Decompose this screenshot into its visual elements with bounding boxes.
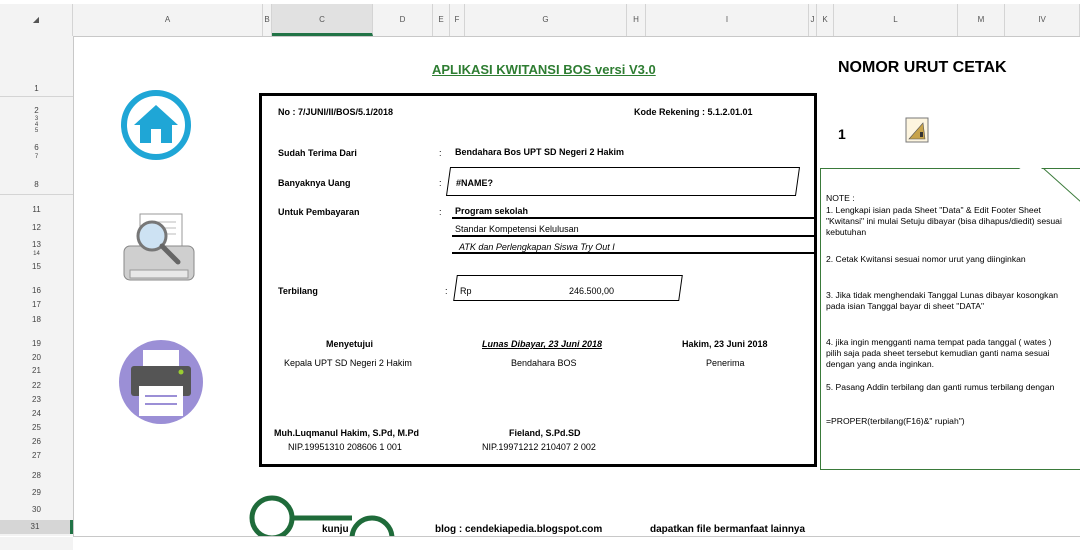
colon-3: : bbox=[439, 207, 442, 217]
row-header-1[interactable]: 1 bbox=[0, 84, 73, 94]
blog-link[interactable]: blog : cendekiapedia.blogspot.com bbox=[435, 524, 602, 535]
col-header-j[interactable]: J bbox=[809, 4, 817, 36]
spinner-icon[interactable] bbox=[905, 117, 929, 143]
penerima-label: Penerima bbox=[706, 358, 745, 368]
row-header-5[interactable]: 5 bbox=[0, 126, 73, 136]
row-header-16[interactable]: 16 bbox=[0, 286, 73, 296]
nomor-urut-title: NOMOR URUT CETAK bbox=[838, 59, 1007, 76]
colon-1: : bbox=[439, 148, 442, 158]
sudah-terima-label: Sudah Terima Dari bbox=[278, 148, 357, 158]
untuk-line-2: Standar Kompetensi Kelulusan bbox=[455, 224, 579, 234]
col-header-i[interactable]: I bbox=[646, 4, 809, 36]
note-item-2: 2. Cetak Kwitansi sesuai nomor urut yang… bbox=[826, 254, 1026, 264]
row-header-24[interactable]: 24 bbox=[0, 409, 73, 419]
rp-label: Rp bbox=[460, 286, 472, 296]
row-header-22[interactable]: 22 bbox=[0, 381, 73, 391]
untuk-label: Untuk Pembayaran bbox=[278, 207, 360, 217]
colon-2: : bbox=[439, 178, 442, 188]
app-title: APLIKASI KWITANSI BOS versi V3.0 bbox=[432, 62, 656, 77]
terbilang-label: Terbilang bbox=[278, 286, 318, 296]
note-item-5: 5. Pasang Addin terbilang dan ganti rumu… bbox=[826, 382, 1055, 392]
dapatkan-text: dapatkan file bermanfaat lainnya bbox=[650, 524, 806, 535]
kode-rekening: Kode Rekening : 5.1.2.01.01 bbox=[634, 107, 753, 117]
signer-1-name: Muh.Luqmanul Hakim, S.Pd, M.Pd bbox=[274, 428, 420, 438]
signer-2-name: Fieland, S.Pd.SD bbox=[509, 428, 581, 438]
row-header-25[interactable]: 25 bbox=[0, 423, 73, 433]
col-header-m[interactable]: M bbox=[958, 4, 1005, 36]
note-item-6: =PROPER(terbilang(F16)&" rupiah") bbox=[826, 416, 965, 426]
row-header: 1 2 3 4 5 6 7 8 11 12 13 14 15 16 17 18 … bbox=[0, 36, 74, 536]
row-header-7[interactable]: 7 bbox=[0, 152, 73, 162]
sudah-terima-value: Bendahara Bos UPT SD Negeri 2 Hakim bbox=[455, 147, 625, 157]
row-header-14[interactable]: 14 bbox=[0, 249, 73, 259]
row-header-8[interactable]: 8 bbox=[0, 180, 73, 190]
col-header-a[interactable]: A bbox=[73, 4, 263, 36]
row-header-28[interactable]: 28 bbox=[0, 471, 73, 481]
row-header-18[interactable]: 18 bbox=[0, 315, 73, 325]
col-header-l[interactable]: L bbox=[834, 4, 958, 36]
row-header-15[interactable]: 15 bbox=[0, 262, 73, 272]
row-header-19[interactable]: 19 bbox=[0, 339, 73, 349]
col-header-d[interactable]: D bbox=[373, 4, 433, 36]
kunjungi-text: kunju bbox=[322, 524, 349, 535]
banyaknya-box bbox=[445, 167, 801, 196]
note-item-1: 1. Lengkapi isian pada Sheet "Data" & Ed… bbox=[826, 205, 1062, 237]
banyaknya-value: #NAME? bbox=[456, 178, 494, 188]
receipt-box: No : 7/JUNI/II/BOS/5.1/2018 Kode Rekenin… bbox=[259, 93, 817, 467]
col-header-k[interactable]: K bbox=[817, 4, 834, 36]
receipt-number: No : 7/JUNI/II/BOS/5.1/2018 bbox=[278, 107, 394, 117]
signer-1-nip: NIP.19951310 208606 1 001 bbox=[288, 442, 402, 452]
kepala-label: Kepala UPT SD Negeri 2 Hakim bbox=[284, 358, 412, 368]
printer-icon[interactable] bbox=[119, 340, 203, 424]
untuk-line-3: ATK dan Perlengkapan Siswa Try Out I bbox=[459, 242, 615, 252]
bendahara-label: Bendahara BOS bbox=[511, 358, 577, 368]
column-header: ◢ A B C D E F G H I J K L M IV bbox=[0, 4, 1080, 37]
row-header-30[interactable]: 30 bbox=[0, 505, 73, 515]
banyaknya-label: Banyaknya Uang bbox=[278, 178, 351, 188]
note-item-3: 3. Jika tidak menghendaki Tanggal Lunas … bbox=[826, 290, 1059, 311]
row-header-20[interactable]: 20 bbox=[0, 353, 73, 363]
col-header-e[interactable]: E bbox=[433, 4, 450, 36]
print-preview-icon[interactable] bbox=[120, 210, 198, 288]
row-header-26[interactable]: 26 bbox=[0, 437, 73, 447]
col-header-iv[interactable]: IV bbox=[1005, 4, 1080, 36]
home-icon[interactable] bbox=[120, 89, 192, 161]
menyetujui: Menyetujui bbox=[326, 339, 374, 349]
row-header-17[interactable]: 17 bbox=[0, 300, 73, 310]
col-header-h[interactable]: H bbox=[627, 4, 646, 36]
row-header-11[interactable]: 11 bbox=[0, 205, 73, 215]
terbilang-box bbox=[453, 275, 683, 301]
row-header-29[interactable]: 29 bbox=[0, 488, 73, 498]
amount-value: 246.500,00 bbox=[569, 286, 615, 296]
row-header-27[interactable]: 27 bbox=[0, 451, 73, 461]
colon-4: : bbox=[445, 286, 448, 296]
col-header-c[interactable]: C bbox=[272, 4, 373, 36]
note-box[interactable]: NOTE : 1. Lengkapi isian pada Sheet "Dat… bbox=[820, 168, 1080, 470]
select-all-corner[interactable]: ◢ bbox=[0, 4, 73, 36]
row-header-23[interactable]: 23 bbox=[0, 395, 73, 405]
row-header-31[interactable]: 31 bbox=[0, 520, 73, 534]
untuk-line-1: Program sekolah bbox=[455, 206, 529, 216]
note-item-4: 4. jika ingin mengganti nama tempat pada… bbox=[826, 337, 1052, 369]
col-header-b[interactable]: B bbox=[263, 4, 272, 36]
col-header-f[interactable]: F bbox=[450, 4, 465, 36]
hakim-date: Hakim, 23 Juni 2018 bbox=[682, 339, 768, 349]
signer-2-nip: NIP.19971212 210407 2 002 bbox=[482, 442, 596, 452]
row-header-21[interactable]: 21 bbox=[0, 366, 73, 376]
lunas-dibayar: Lunas Dibayar, 23 Juni 2018 bbox=[482, 339, 603, 349]
col-header-g[interactable]: G bbox=[465, 4, 627, 36]
note-heading: NOTE : bbox=[826, 193, 855, 203]
nomor-urut-value[interactable]: 1 bbox=[838, 126, 846, 142]
row-header-12[interactable]: 12 bbox=[0, 223, 73, 233]
